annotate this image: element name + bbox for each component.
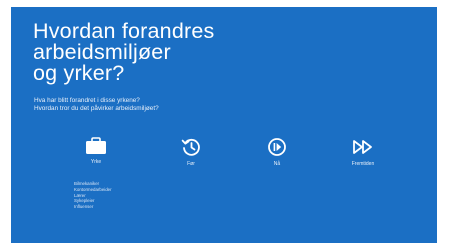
column-label: Før bbox=[187, 161, 195, 167]
title-line: arbeidsmiljøer bbox=[33, 40, 171, 64]
history-clock-icon bbox=[181, 138, 200, 156]
column-for: Før bbox=[161, 137, 221, 167]
title-line: Hvordan forandres bbox=[33, 19, 215, 43]
column-fremtiden: Fremtiden bbox=[333, 137, 393, 167]
column-na: Nå bbox=[247, 137, 307, 167]
occupation-list: Bilmekaniker Kontormedarbeider Lærer Syk… bbox=[74, 181, 112, 210]
list-item: Influenser bbox=[74, 204, 94, 210]
column-label: Yrke bbox=[90, 159, 102, 165]
column-yrke: Yrke bbox=[66, 137, 126, 165]
play-circle-icon bbox=[268, 138, 286, 156]
briefcase-icon bbox=[86, 137, 106, 154]
slide: Hvordan forandres arbeidsmiljøer og yrke… bbox=[11, 7, 437, 243]
title-line: og yrker? bbox=[33, 61, 125, 85]
slide-frame: Hvordan forandres arbeidsmiljøer og yrke… bbox=[0, 0, 449, 251]
list-item: Kontormedarbeider bbox=[74, 186, 112, 192]
slide-title: Hvordan forandres arbeidsmiljøer og yrke… bbox=[33, 19, 215, 85]
slide-subtitle: Hva har blitt forandret i disse yrkene? … bbox=[34, 97, 159, 114]
subtitle-line: Hvordan tror du det påvirker arbeidsmilj… bbox=[34, 105, 159, 113]
fast-forward-icon bbox=[353, 140, 372, 154]
column-label: Fremtiden bbox=[351, 161, 375, 167]
column-label: Nå bbox=[273, 161, 281, 167]
